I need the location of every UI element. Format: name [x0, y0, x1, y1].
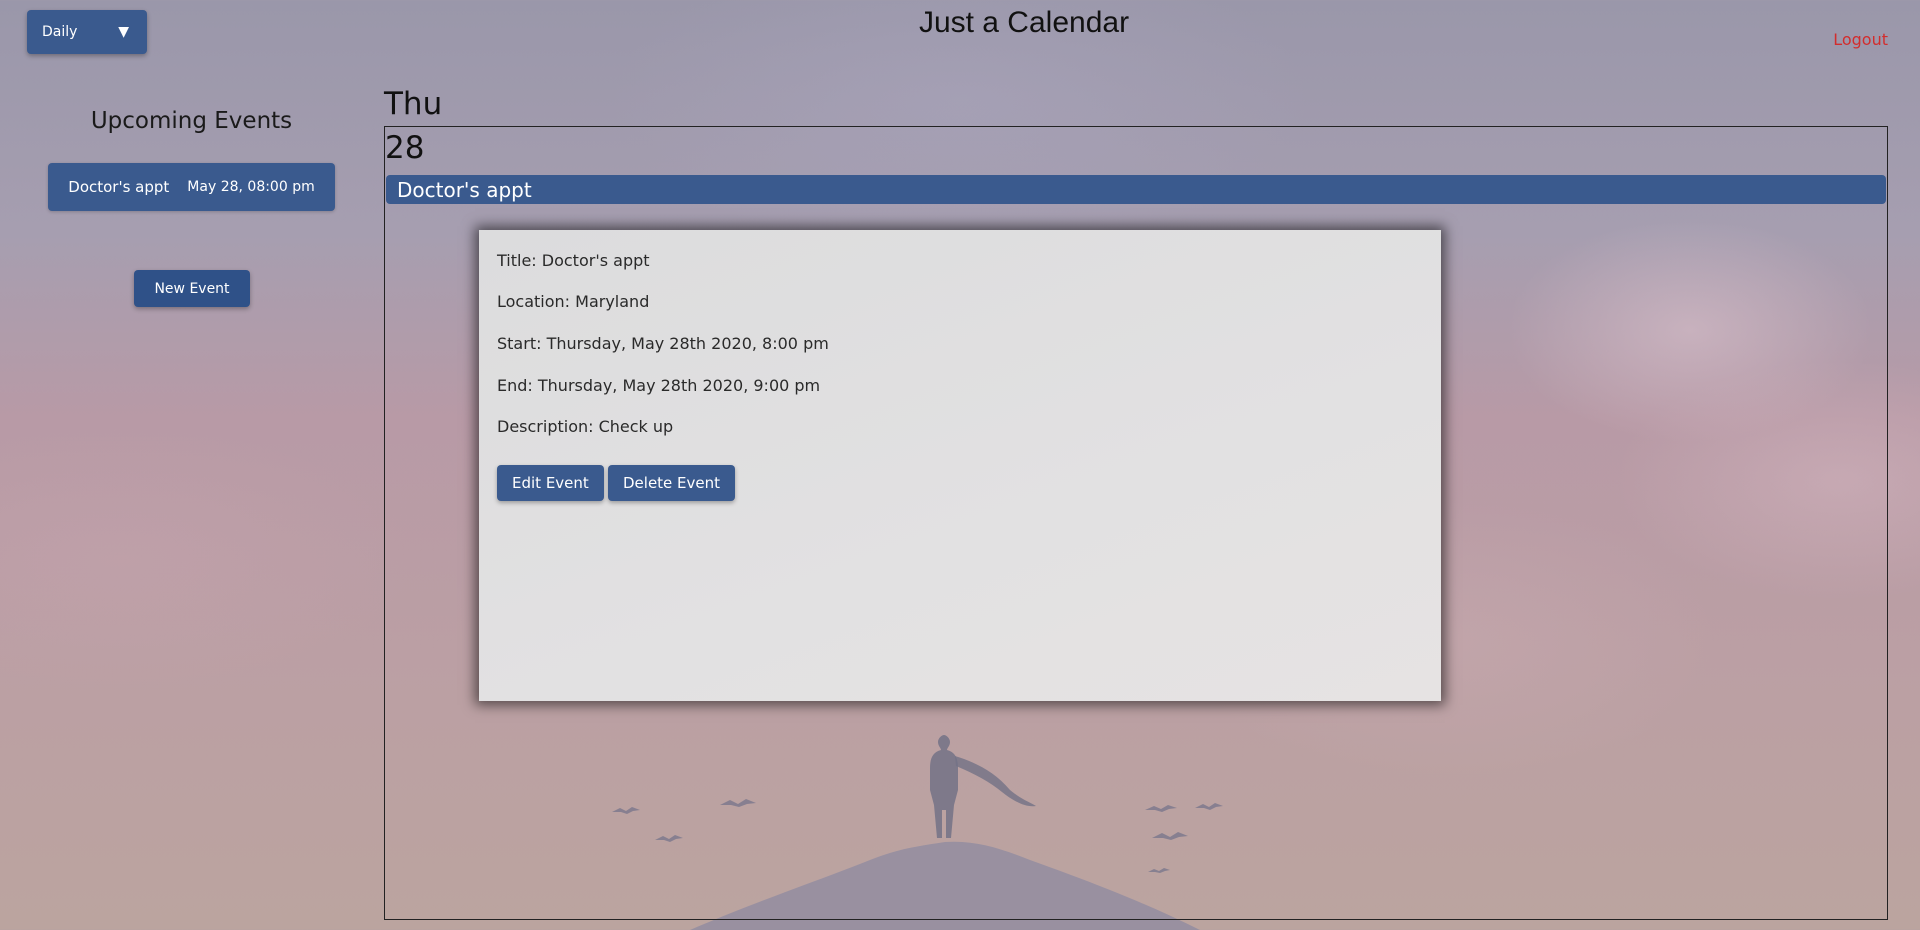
view-mode-select[interactable]: Daily ▼	[27, 10, 147, 54]
event-location-detail: Location: Maryland	[497, 292, 650, 311]
upcoming-event-title: Doctor's appt	[68, 178, 170, 196]
logout-link[interactable]: Logout	[1833, 30, 1888, 49]
day-name: Thu	[384, 86, 443, 122]
day-event-bar[interactable]: Doctor's appt	[386, 175, 1886, 204]
app-title: Just a Calendar	[918, 6, 1130, 39]
event-title-detail: Title: Doctor's appt	[497, 251, 650, 270]
upcoming-event-time: May 28, 08:00 pm	[187, 179, 315, 195]
new-event-button[interactable]: New Event	[134, 270, 250, 307]
day-event-title: Doctor's appt	[397, 177, 532, 202]
event-details-popup: Title: Doctor's appt Location: Maryland …	[479, 230, 1441, 701]
app-title-wrapper: Just a Calendar	[0, 6, 1920, 40]
event-end-detail: End: Thursday, May 28th 2020, 9:00 pm	[497, 376, 821, 395]
day-number: 28	[385, 130, 425, 166]
upcoming-events-heading: Upcoming Events	[90, 108, 293, 134]
caret-down-icon: ▼	[118, 24, 129, 40]
edit-event-button[interactable]: Edit Event	[497, 465, 604, 501]
event-description-detail: Description: Check up	[497, 417, 674, 436]
delete-event-button[interactable]: Delete Event	[608, 465, 736, 501]
view-mode-value: Daily	[42, 24, 78, 40]
event-start-detail: Start: Thursday, May 28th 2020, 8:00 pm	[497, 334, 829, 353]
upcoming-event-item[interactable]: Doctor's appt May 28, 08:00 pm	[48, 163, 335, 211]
